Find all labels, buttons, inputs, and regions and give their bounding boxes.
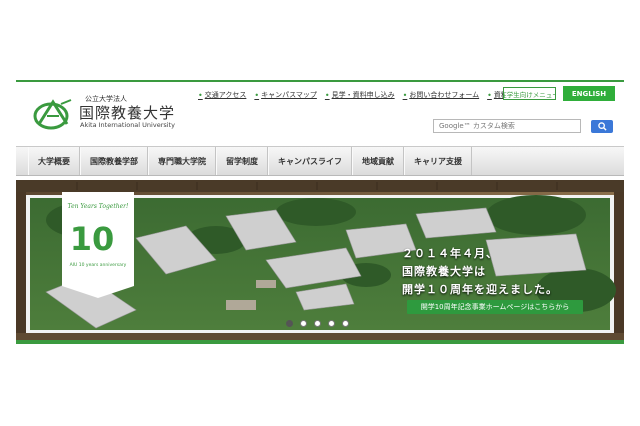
- util-link-access[interactable]: • 交通アクセス: [198, 90, 246, 100]
- bullet-icon: •: [402, 90, 408, 100]
- slide-dot[interactable]: [314, 320, 321, 327]
- header-top-rule: [16, 80, 624, 82]
- util-link-campus-map[interactable]: • キャンパスマップ: [254, 90, 317, 100]
- util-link-contact-form[interactable]: • お問い合わせフォーム: [403, 90, 480, 100]
- util-link-label: お問い合わせフォーム: [409, 91, 480, 99]
- hero-headline-line-2: 国際教養大学は: [402, 265, 486, 278]
- student-menu-button[interactable]: 在学生向けメニュー: [503, 87, 556, 100]
- nav-item-campus-life[interactable]: キャンパスライフ: [268, 147, 352, 175]
- hero-bottom-rule: [16, 340, 624, 344]
- slide-indicator: [286, 320, 349, 327]
- aiu-logo-mark-icon: [33, 99, 72, 130]
- anniversary-site-link[interactable]: 開学10周年記念事業ホームページはこちらから: [407, 300, 583, 314]
- search-input[interactable]: [433, 119, 581, 133]
- bullet-icon: •: [487, 90, 492, 100]
- nav-item-career[interactable]: キャリア支援: [404, 147, 472, 175]
- bullet-icon: •: [324, 90, 330, 100]
- badge-number: 10: [70, 220, 115, 258]
- search-icon: [597, 122, 607, 131]
- nav-item-study-abroad[interactable]: 留学制度: [216, 147, 268, 175]
- hero-headline-line-3: 開学１０周年を迎えました。: [402, 283, 558, 296]
- util-link-label: キャンパスマップ: [261, 91, 317, 99]
- nav-item-community[interactable]: 地域貢献: [352, 147, 404, 175]
- util-link-label: 交通アクセス: [204, 91, 247, 99]
- english-button[interactable]: ENGLISH: [563, 86, 615, 101]
- slide-dot[interactable]: [342, 320, 349, 327]
- badge-caption: AIU 10 years anniversary: [70, 262, 127, 268]
- hero-headline-line-1: ２０１４年４月、: [402, 247, 498, 260]
- page: 公立大学法人 国際教養大学 Akita International Univer…: [0, 0, 640, 426]
- slide-dot[interactable]: [286, 320, 293, 327]
- bullet-icon: •: [254, 90, 260, 100]
- slide-dot[interactable]: [300, 320, 307, 327]
- utility-links: • 交通アクセス • キャンパスマップ • 見学・資料申し込み • お問い合わせフォーム…: [198, 90, 522, 100]
- util-link-visit-request[interactable]: • 見学・資料申し込み: [325, 90, 395, 100]
- nav-item-about[interactable]: 大学概要: [28, 147, 80, 175]
- util-link-label: 見学・資料申し込み: [331, 91, 395, 99]
- university-logo[interactable]: 公立大学法人 国際教養大学 Akita International Univer…: [33, 94, 178, 134]
- global-nav: 大学概要 国際教養学部 専門職大学院 留学制度 キャンパスライフ 地域貢献 キャ…: [16, 146, 624, 176]
- slide-dot[interactable]: [328, 320, 335, 327]
- nav-item-faculty[interactable]: 国際教養学部: [80, 147, 148, 175]
- search-button[interactable]: [591, 120, 613, 133]
- badge-script: Ten Years Together!: [68, 203, 130, 210]
- logo-university-name-en: Akita International University: [80, 121, 175, 129]
- logo-university-name: 国際教養大学: [79, 104, 176, 122]
- bullet-icon: •: [198, 90, 203, 100]
- nav-item-graduate-school[interactable]: 専門職大学院: [148, 147, 216, 175]
- anniversary-badge: Ten Years Together! 10 AIU 10 years anni…: [62, 192, 134, 298]
